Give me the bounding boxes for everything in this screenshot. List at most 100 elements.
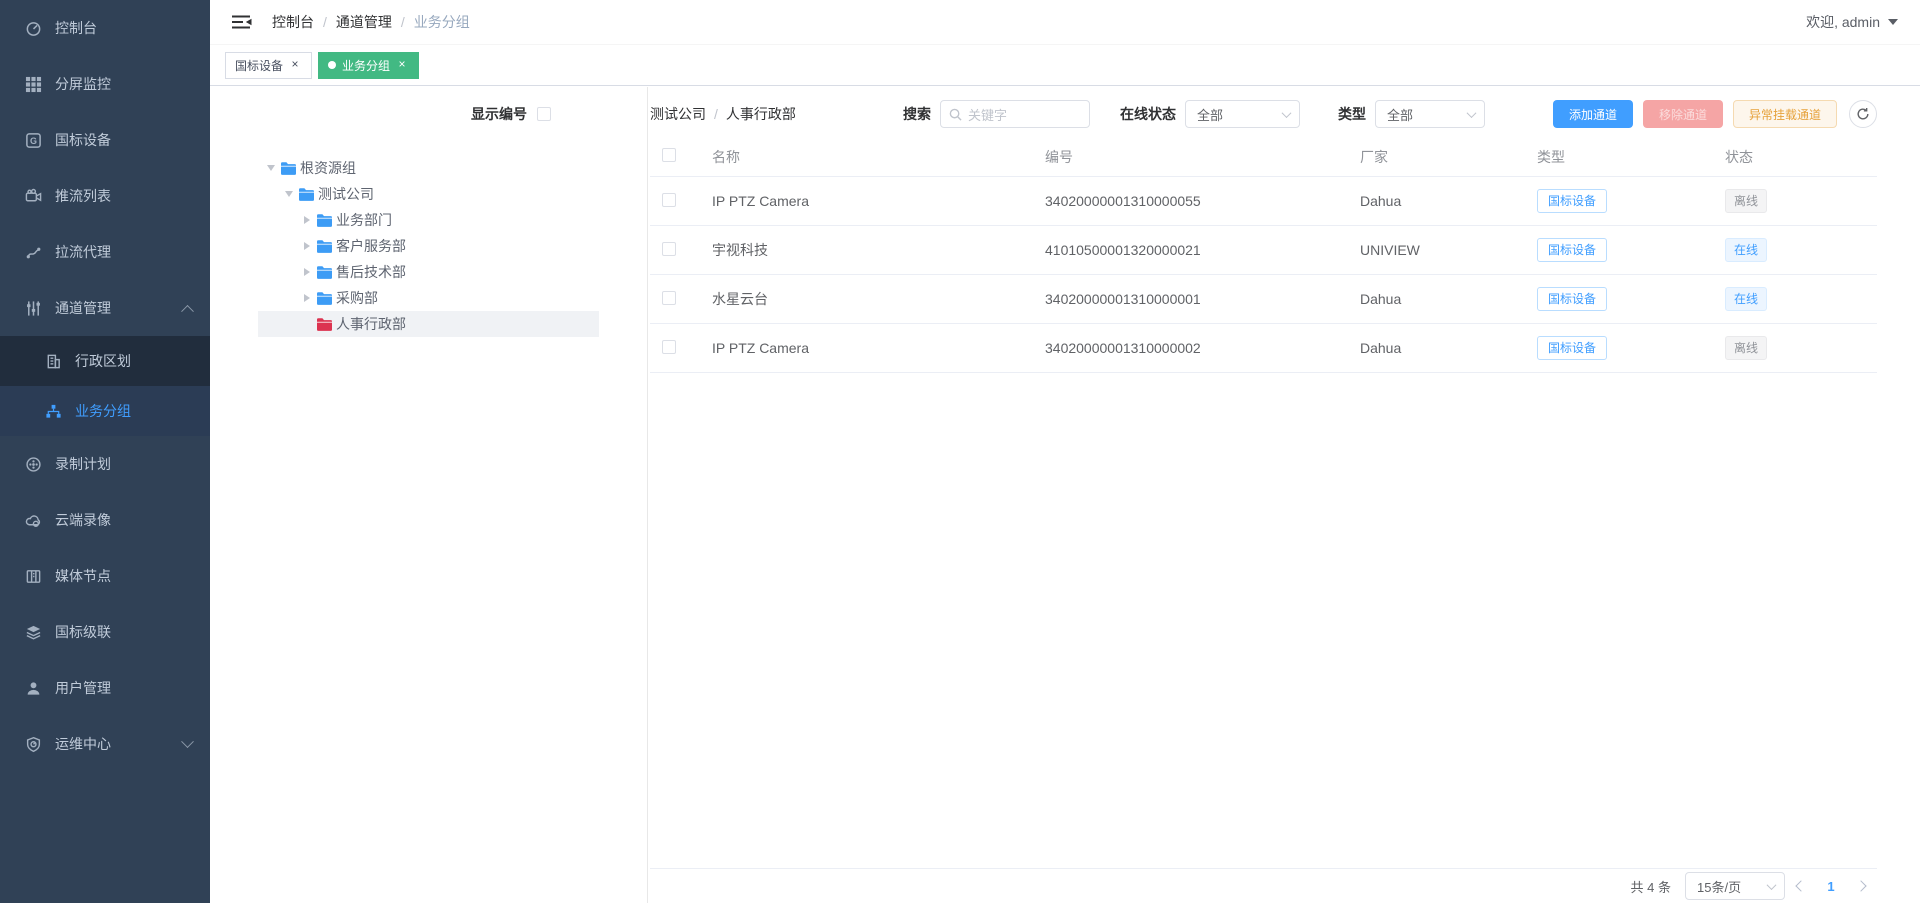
sidebar-item-admin-region[interactable]: 行政区划 xyxy=(0,336,210,386)
svg-text:G: G xyxy=(30,136,37,146)
sidebar-item-gb-cascade[interactable]: 国标级联 xyxy=(0,604,210,660)
refresh-icon xyxy=(1856,107,1870,121)
show-code-label: 显示编号 xyxy=(471,104,527,124)
tree-node-customer-service[interactable]: 客户服务部 xyxy=(258,233,599,259)
type-select[interactable]: 全部 xyxy=(1375,100,1485,128)
table-row[interactable]: 宇视科技 41010500001320000021 UNIVIEW 国标设备 在… xyxy=(650,226,1877,275)
toolbar: 测试公司/人事行政部 搜索 关键字 在线状态 全部 类型 全部 添加通道 移除通… xyxy=(650,100,1877,128)
online-status-value: 全部 xyxy=(1197,105,1223,124)
row-checkbox[interactable] xyxy=(662,340,676,354)
search-placeholder: 关键字 xyxy=(968,105,1007,124)
sidebar-item-gb-device[interactable]: G 国标设备 xyxy=(0,112,210,168)
tree-node-label: 根资源组 xyxy=(300,158,356,178)
tree-node-purchasing[interactable]: 采购部 xyxy=(258,285,599,311)
refresh-button[interactable] xyxy=(1849,100,1877,128)
breadcrumb-item-console[interactable]: 控制台 xyxy=(272,12,314,32)
sidebar-item-label: 云端录像 xyxy=(55,510,111,530)
sidebar-item-label: 国标级联 xyxy=(55,622,111,642)
sidebar-item-label: 控制台 xyxy=(55,18,97,38)
record-plan-icon xyxy=(24,455,42,473)
online-status-select[interactable]: 全部 xyxy=(1185,100,1300,128)
media-node-icon xyxy=(24,567,42,585)
table-row[interactable]: IP PTZ Camera 34020000001310000002 Dahua… xyxy=(650,324,1877,373)
user-menu[interactable]: 欢迎, admin xyxy=(1806,12,1898,32)
sidebar-item-media-node[interactable]: 媒体节点 xyxy=(0,548,210,604)
select-all-checkbox[interactable] xyxy=(662,148,676,162)
sidebar-item-business-group[interactable]: 业务分组 xyxy=(0,386,210,436)
type-tag[interactable]: 国标设备 xyxy=(1537,336,1607,360)
sidebar-item-user-mgmt[interactable]: 用户管理 xyxy=(0,660,210,716)
main-panel: 测试公司/人事行政部 搜索 关键字 在线状态 全部 类型 全部 添加通道 移除通… xyxy=(648,87,1920,903)
prev-page-button[interactable] xyxy=(1785,882,1817,890)
sidebar-item-pull-proxy[interactable]: 拉流代理 xyxy=(0,224,210,280)
folder-icon xyxy=(316,239,333,254)
close-icon[interactable]: × xyxy=(288,58,302,72)
sidebar-item-push-list[interactable]: 推流列表 xyxy=(0,168,210,224)
cell-name: 宇视科技 xyxy=(712,240,1045,260)
menu-fold-icon[interactable] xyxy=(232,13,252,31)
user-icon xyxy=(24,679,42,697)
caret-right-icon[interactable] xyxy=(298,216,316,224)
row-checkbox[interactable] xyxy=(662,193,676,207)
caret-down-icon[interactable] xyxy=(262,165,280,171)
type-label: 类型 xyxy=(1338,104,1366,124)
tree-node-label: 测试公司 xyxy=(318,184,374,204)
caret-right-icon[interactable] xyxy=(298,242,316,250)
chevron-left-icon xyxy=(1795,880,1806,891)
close-icon[interactable]: × xyxy=(395,58,409,72)
breadcrumb-item-business-group: 业务分组 xyxy=(414,12,470,32)
remove-channel-button[interactable]: 移除通道 xyxy=(1643,100,1723,128)
type-tag[interactable]: 国标设备 xyxy=(1537,189,1607,213)
caret-right-icon[interactable] xyxy=(298,294,316,302)
tab-gb-device[interactable]: 国标设备 × xyxy=(225,52,312,79)
cell-vendor: Dahua xyxy=(1360,340,1537,356)
sidebar-item-cloud-record[interactable]: 云端录像 xyxy=(0,492,210,548)
layers-icon xyxy=(24,623,42,641)
show-code-checkbox[interactable] xyxy=(537,107,551,121)
tree-node-business-dept[interactable]: 业务部门 xyxy=(258,207,599,233)
caret-down-icon[interactable] xyxy=(280,191,298,197)
page-size-select[interactable]: 15条/页 xyxy=(1685,872,1785,900)
breadcrumb-item-channel-mgmt[interactable]: 通道管理 xyxy=(336,12,392,32)
type-tag[interactable]: 国标设备 xyxy=(1537,287,1607,311)
tree-node-company[interactable]: 测试公司 xyxy=(258,181,599,207)
search-icon xyxy=(949,108,962,121)
abnormal-mount-channel-button[interactable]: 异常挂载通道 xyxy=(1733,100,1837,128)
tree-node-aftersales-tech[interactable]: 售后技术部 xyxy=(258,259,599,285)
sidebar-item-record-plan[interactable]: 录制计划 xyxy=(0,436,210,492)
tree-node-label: 客户服务部 xyxy=(336,236,406,256)
sidebar-item-label: 录制计划 xyxy=(55,454,111,474)
group-path: 测试公司/人事行政部 xyxy=(650,104,903,124)
org-chart-icon xyxy=(44,402,62,420)
add-channel-button[interactable]: 添加通道 xyxy=(1553,100,1633,128)
sidebar-item-channel-mgmt[interactable]: 通道管理 xyxy=(0,280,210,336)
table-row[interactable]: 水星云台 34020000001310000001 Dahua 国标设备 在线 xyxy=(650,275,1877,324)
caret-down-icon xyxy=(1888,19,1898,25)
tree-node-hr-admin[interactable]: 人事行政部 xyxy=(258,311,599,337)
folder-icon xyxy=(316,265,333,280)
table-header: 名称 编号 厂家 类型 状态 xyxy=(650,137,1877,177)
row-checkbox[interactable] xyxy=(662,291,676,305)
sidebar-item-ops-center[interactable]: 运维中心 xyxy=(0,716,210,772)
tree-node-root[interactable]: 根资源组 xyxy=(258,155,599,181)
tab-business-group[interactable]: 业务分组 × xyxy=(318,52,419,79)
cell-name: IP PTZ Camera xyxy=(712,340,1045,356)
channel-mgmt-submenu: 行政区划 业务分组 xyxy=(0,336,210,436)
tab-label: 业务分组 xyxy=(342,57,390,74)
row-checkbox[interactable] xyxy=(662,242,676,256)
sidebar-item-console[interactable]: 控制台 xyxy=(0,0,210,56)
type-tag[interactable]: 国标设备 xyxy=(1537,238,1607,262)
current-page[interactable]: 1 xyxy=(1817,879,1845,894)
tabs-view: 国标设备 × 业务分组 × xyxy=(210,45,1920,86)
caret-right-icon[interactable] xyxy=(298,268,316,276)
sidebar-item-label: 拉流代理 xyxy=(55,242,111,262)
col-code: 编号 xyxy=(1045,147,1360,167)
search-label: 搜索 xyxy=(903,104,931,124)
table-row[interactable]: IP PTZ Camera 34020000001310000055 Dahua… xyxy=(650,177,1877,226)
tab-label: 国标设备 xyxy=(235,57,283,74)
tree-node-label: 人事行政部 xyxy=(336,314,406,334)
sidebar-item-split-monitor[interactable]: 分屏监控 xyxy=(0,56,210,112)
sidebar: 控制台 分屏监控 G 国标设备 推流列表 拉流代理 通道管理 xyxy=(0,0,210,903)
next-page-button[interactable] xyxy=(1845,882,1877,890)
search-input[interactable]: 关键字 xyxy=(940,100,1090,128)
